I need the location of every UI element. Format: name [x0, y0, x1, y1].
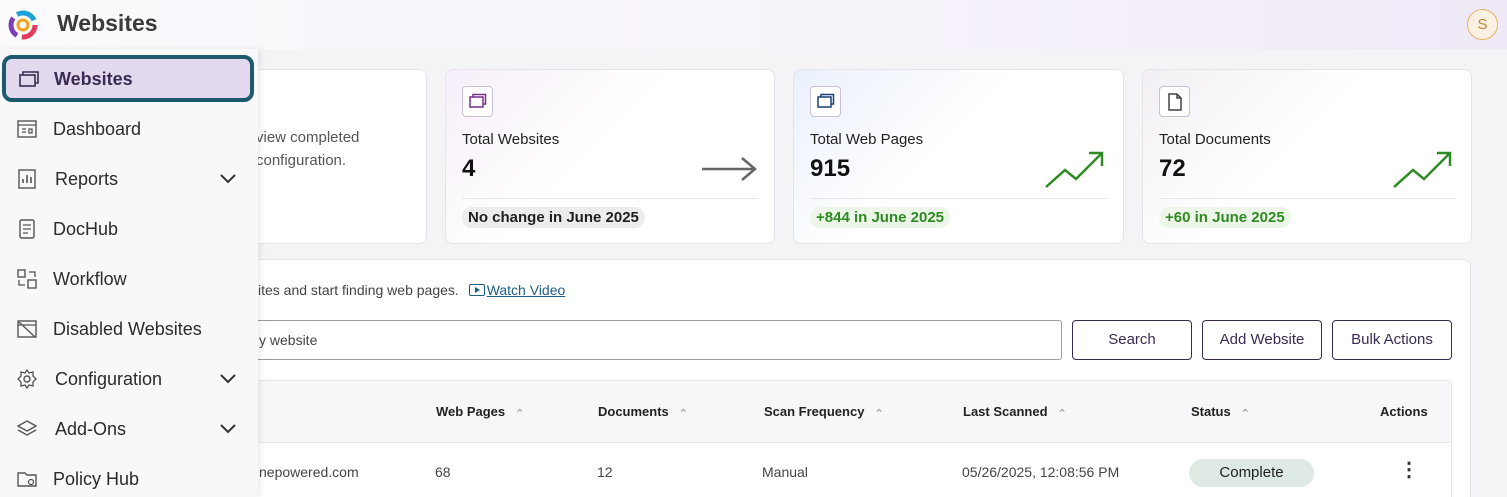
- cell-scan-frequency: Manual: [762, 464, 808, 480]
- sidebar-item-label: Workflow: [53, 269, 127, 289]
- sort-icon[interactable]: ⌃: [1058, 407, 1067, 420]
- watch-video-link[interactable]: Watch Video: [468, 282, 565, 298]
- card-divider: [462, 198, 758, 199]
- total-web-pages-label: Total Web Pages: [810, 131, 924, 148]
- sidebar-item-label: DocHub: [53, 219, 119, 239]
- trend-up-icon: [1045, 151, 1104, 188]
- status-badge: Complete: [1189, 459, 1314, 487]
- sidebar-item-label: Reports: [55, 169, 119, 189]
- document-icon: [1159, 86, 1190, 117]
- video-icon: [468, 284, 485, 296]
- column-documents[interactable]: Documents ⌃: [598, 404, 688, 420]
- sidebar-item-policy-hub[interactable]: Policy Hub: [0, 454, 258, 497]
- column-scan-frequency[interactable]: Scan Frequency ⌃: [764, 404, 884, 420]
- welcome-text: view completed configuration.: [256, 129, 360, 169]
- disabled-websites-icon: [17, 320, 37, 338]
- total-websites-card[interactable]: Total Websites 4 No change in June 2025: [445, 69, 775, 244]
- top-header: Websites S: [0, 0, 1507, 49]
- arrow-right-icon[interactable]: [700, 154, 758, 184]
- bulk-actions-button[interactable]: Bulk Actions: [1332, 320, 1452, 360]
- sidebar-item-websites[interactable]: Websites: [2, 55, 254, 102]
- intro-text: ites and start finding web pages. Watch …: [258, 282, 566, 298]
- gear-icon: [17, 369, 37, 389]
- workflow-icon: [17, 269, 37, 289]
- web-pages-icon: [810, 86, 841, 117]
- sidebar-item-label: Configuration: [55, 369, 163, 389]
- add-website-button[interactable]: Add Website: [1202, 320, 1322, 360]
- policy-folder-icon: [17, 472, 37, 487]
- total-documents-change: +60 in June 2025: [1159, 207, 1291, 228]
- column-status[interactable]: Status ⌃: [1191, 404, 1250, 420]
- cell-documents: 12: [597, 464, 613, 480]
- search-button[interactable]: Search: [1072, 320, 1192, 360]
- app-logo[interactable]: [6, 9, 42, 41]
- total-web-pages-change: +844 in June 2025: [810, 207, 950, 228]
- total-websites-value: 4: [462, 155, 476, 182]
- trend-up-icon: [1393, 151, 1452, 188]
- total-websites-change: No change in June 2025: [462, 207, 645, 228]
- sort-icon[interactable]: ⌃: [515, 407, 524, 420]
- page-title: Websites: [57, 10, 158, 36]
- total-documents-value: 72: [1159, 155, 1186, 182]
- cell-web-pages: 68: [435, 464, 451, 480]
- sidebar-item-disabled-websites[interactable]: Disabled Websites: [0, 304, 258, 354]
- column-actions: Actions: [1380, 404, 1428, 419]
- dashboard-icon: [17, 120, 37, 138]
- avatar[interactable]: S: [1467, 9, 1498, 40]
- dochub-icon: [19, 219, 35, 239]
- sort-icon[interactable]: ⌃: [874, 407, 883, 420]
- sidebar-item-label: Websites: [54, 69, 133, 89]
- column-last-scanned[interactable]: Last Scanned ⌃: [963, 404, 1067, 420]
- sidebar-item-label: Policy Hub: [53, 469, 140, 489]
- sidebar-item-label: Add-Ons: [55, 419, 127, 439]
- websites-icon: [19, 71, 39, 87]
- total-websites-label: Total Websites: [462, 131, 560, 148]
- sort-icon[interactable]: ⌃: [1241, 407, 1250, 420]
- chevron-down-icon[interactable]: [218, 371, 238, 385]
- column-web-pages[interactable]: Web Pages ⌃: [436, 404, 524, 420]
- sidebar-item-label: Disabled Websites: [53, 319, 202, 339]
- sidebar: Websites Dashboard Reports DocHub Workfl…: [0, 49, 258, 497]
- total-web-pages-value: 915: [810, 155, 851, 182]
- sidebar-item-add-ons[interactable]: Add-Ons: [0, 404, 258, 454]
- chevron-down-icon[interactable]: [218, 171, 238, 185]
- reports-icon: [18, 169, 36, 189]
- sidebar-item-label: Dashboard: [53, 119, 142, 139]
- sidebar-item-dochub[interactable]: DocHub: [0, 204, 258, 254]
- sidebar-item-reports[interactable]: Reports: [0, 154, 258, 204]
- card-divider: [810, 198, 1107, 199]
- websites-icon: [462, 86, 493, 117]
- cell-website[interactable]: nepowered.com: [259, 464, 359, 480]
- layers-icon: [17, 420, 37, 436]
- total-documents-card[interactable]: Total Documents 72 +60 in June 2025: [1142, 69, 1472, 244]
- chevron-down-icon[interactable]: [218, 421, 238, 435]
- card-divider: [1159, 198, 1455, 199]
- total-web-pages-card[interactable]: Total Web Pages 915 +844 in June 2025: [793, 69, 1124, 244]
- sidebar-item-dashboard[interactable]: Dashboard: [0, 104, 258, 154]
- more-actions-icon[interactable]: ⋮: [1399, 457, 1419, 482]
- total-documents-label: Total Documents: [1159, 131, 1271, 148]
- sidebar-item-workflow[interactable]: Workflow: [0, 254, 258, 304]
- sidebar-item-configuration[interactable]: Configuration: [0, 354, 258, 404]
- cell-last-scanned: 05/26/2025, 12:08:56 PM: [962, 464, 1120, 480]
- sort-icon[interactable]: ⌃: [679, 407, 688, 420]
